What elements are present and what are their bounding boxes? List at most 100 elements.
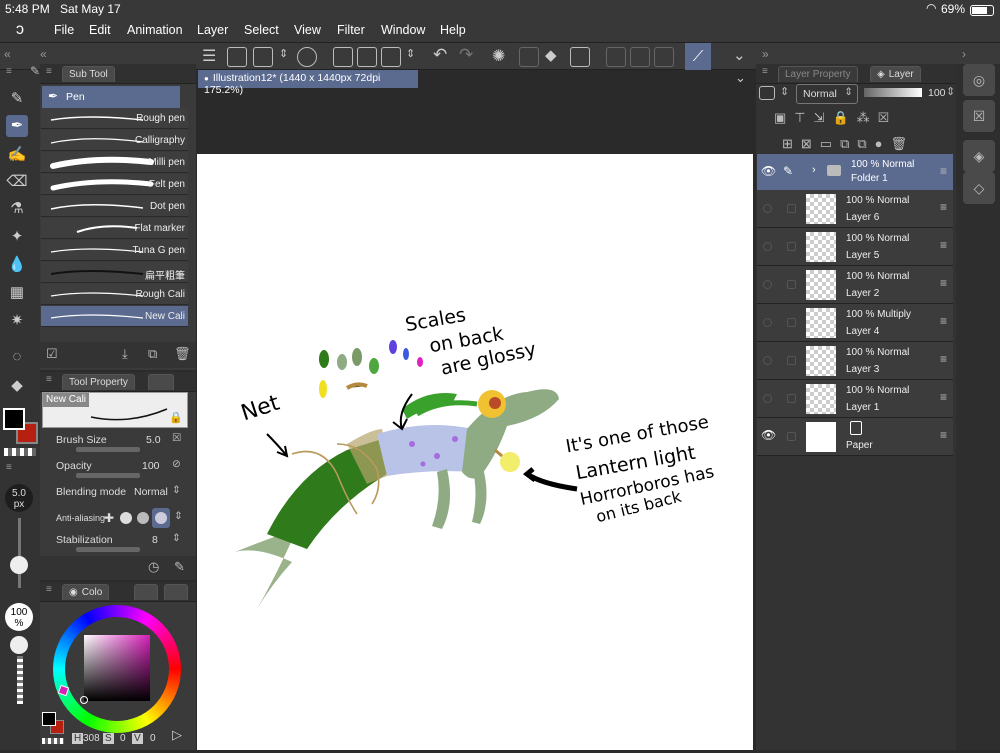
- layer-property-tab[interactable]: Layer Property: [778, 66, 858, 82]
- fit-window-icon[interactable]: [227, 47, 247, 67]
- brush-shape-tab[interactable]: [148, 374, 174, 390]
- layer-menu-icon[interactable]: ≡: [940, 314, 947, 328]
- fill-icon[interactable]: ◆: [545, 46, 557, 64]
- pressure-icon[interactable]: ☒: [172, 432, 181, 444]
- subtool-group-pen[interactable]: ✒ Pen: [42, 86, 180, 108]
- opacity-slider[interactable]: [76, 473, 140, 478]
- sv-picker-handle[interactable]: [80, 696, 88, 704]
- tool-property-tab[interactable]: Tool Property: [62, 374, 135, 390]
- stab-stepper-icon[interactable]: ⇕: [172, 532, 181, 544]
- brush-rough-pen[interactable]: Rough pen: [41, 108, 188, 129]
- brush-size-slider[interactable]: [76, 447, 140, 452]
- layer-check[interactable]: [787, 356, 796, 365]
- opacity-value[interactable]: 100: [142, 460, 160, 472]
- menu-layer[interactable]: Layer: [197, 23, 228, 37]
- layer-check[interactable]: [787, 318, 796, 327]
- blending-mode-row[interactable]: Blending mode Normal ⇕: [50, 484, 186, 508]
- brush-tool-icon[interactable]: ✍: [6, 144, 28, 166]
- import-icon[interactable]: ⤓: [122, 346, 128, 362]
- deselect-icon[interactable]: [606, 47, 626, 67]
- layer-row-paper[interactable]: 👁 Paper ≡: [757, 418, 953, 456]
- document-tab[interactable]: ● Illustration12* (1440 x 1440px 72dpi 17…: [198, 70, 418, 96]
- aa-none-icon[interactable]: ✚: [104, 511, 114, 525]
- collapse-right-icon[interactable]: »: [762, 47, 769, 61]
- layer-row-layer-1[interactable]: 100 % Normal Layer 1 ≡: [757, 380, 953, 418]
- open-folder-icon[interactable]: [357, 47, 377, 67]
- main-color-swatch[interactable]: [3, 408, 25, 430]
- menu-filter[interactable]: Filter: [337, 23, 365, 37]
- fill-tool-icon[interactable]: ◆: [6, 375, 28, 397]
- brush-size-row[interactable]: Brush Size 5.0 ☒: [50, 432, 186, 456]
- transform-icon[interactable]: [570, 47, 590, 67]
- loading-icon[interactable]: ✺: [492, 46, 505, 66]
- menu-file[interactable]: File: [54, 23, 74, 37]
- stabilization-slider[interactable]: [76, 547, 140, 552]
- size-slider-handle[interactable]: [10, 556, 28, 574]
- new-file-icon[interactable]: [333, 47, 353, 67]
- blend-tool-icon[interactable]: 💧: [6, 254, 28, 276]
- eraser-tool-icon[interactable]: ⌫: [6, 171, 28, 193]
- layer-toolbar-row-2[interactable]: ⊞⊠▭⧉⧉●🗑: [782, 136, 915, 152]
- layer-menu-icon[interactable]: ≡: [940, 352, 947, 366]
- blending-mode-value[interactable]: Normal: [134, 486, 168, 498]
- panel-menu-icon[interactable]: ≡: [6, 66, 12, 77]
- crop-icon[interactable]: [654, 47, 674, 67]
- collapse-left-2-icon[interactable]: «: [40, 47, 47, 61]
- stabilization-value[interactable]: 8: [152, 534, 158, 546]
- collapse-right-2-icon[interactable]: ›: [962, 47, 966, 61]
- save-icon[interactable]: [381, 47, 401, 67]
- chevron-down-icon[interactable]: ⌄: [733, 46, 746, 64]
- menu-edit[interactable]: Edit: [89, 23, 111, 37]
- color-history-tab[interactable]: [164, 584, 188, 600]
- eyedropper-icon[interactable]: ▷: [172, 727, 182, 743]
- delete-subtool-icon[interactable]: 🗑: [174, 346, 191, 362]
- subtool-tab[interactable]: Sub Tool: [62, 66, 115, 82]
- lock-icon[interactable]: 🔒: [169, 411, 183, 424]
- stepper-2-icon[interactable]: ⇕: [406, 47, 415, 60]
- aa-stepper-icon[interactable]: ⇕: [174, 510, 183, 522]
- opacity-row[interactable]: Opacity 100 ⊘: [50, 458, 186, 482]
- brush-rough-cali[interactable]: Rough Cali: [41, 284, 188, 305]
- brush-size-value[interactable]: 5.0: [146, 434, 161, 446]
- opacity-pressure-icon[interactable]: ⊘: [172, 458, 181, 470]
- layer-menu-icon[interactable]: ≡: [940, 276, 947, 290]
- layer-row-layer-5[interactable]: 100 % Normal Layer 5 ≡: [757, 228, 953, 266]
- layer-check[interactable]: [787, 280, 796, 289]
- layer-menu-icon[interactable]: ≡: [940, 238, 947, 252]
- invert-selection-icon[interactable]: [630, 47, 650, 67]
- aa-strong-icon[interactable]: [152, 508, 170, 528]
- visibility-toggle[interactable]: [763, 204, 772, 213]
- visibility-toggle[interactable]: [763, 356, 772, 365]
- menu-help[interactable]: Help: [440, 23, 466, 37]
- stepper-icon[interactable]: ⇕: [279, 47, 288, 60]
- visibility-toggle[interactable]: [763, 280, 772, 289]
- snap-ruler-icon[interactable]: ⟋: [685, 43, 711, 70]
- layer-row-layer-4[interactable]: 100 % Multiply Layer 4 ≡: [757, 304, 953, 342]
- layer-row-folder-1[interactable]: 👁 ✎ › 100 % Normal Folder 1 ≡: [757, 154, 953, 192]
- decoration-tool-icon[interactable]: ✦: [6, 226, 28, 248]
- menu-window[interactable]: Window: [381, 23, 425, 37]
- layer-check[interactable]: [787, 432, 796, 441]
- color-set-tab[interactable]: [134, 584, 158, 600]
- anti-aliasing-row[interactable]: Anti-aliasing ✚ ⇕: [50, 508, 186, 532]
- drawing-canvas[interactable]: Net Scales on back are glossy It's one o…: [197, 154, 753, 750]
- hamburger-icon[interactable]: ☰: [202, 46, 216, 66]
- brush-milli-pen[interactable]: Milli pen: [41, 152, 188, 173]
- layer-menu-icon[interactable]: ≡: [940, 200, 947, 214]
- reset-icon[interactable]: ◷: [148, 559, 159, 575]
- duplicate-icon[interactable]: ⧉: [148, 346, 157, 362]
- panel-menu-5-icon[interactable]: ≡: [46, 584, 52, 595]
- layer-opacity-value[interactable]: 100: [928, 87, 946, 99]
- layer-menu-icon[interactable]: ≡: [940, 164, 947, 178]
- panel-menu-2-icon[interactable]: ≡: [6, 462, 12, 473]
- layer-check[interactable]: [787, 394, 796, 403]
- brush-tuna-g-pen[interactable]: Tuna G pen: [41, 240, 188, 261]
- layer-search-icon[interactable]: ◈: [963, 140, 995, 172]
- layer-menu-icon[interactable]: ≡: [940, 390, 947, 404]
- app-logo-icon[interactable]: ↄ: [16, 21, 24, 39]
- blend-box-icon[interactable]: [759, 86, 775, 100]
- menu-view[interactable]: View: [294, 23, 321, 37]
- brush-dot-pen[interactable]: Dot pen: [41, 196, 188, 217]
- edit-pen-icon[interactable]: ✎: [783, 164, 793, 178]
- layer-check[interactable]: [787, 204, 796, 213]
